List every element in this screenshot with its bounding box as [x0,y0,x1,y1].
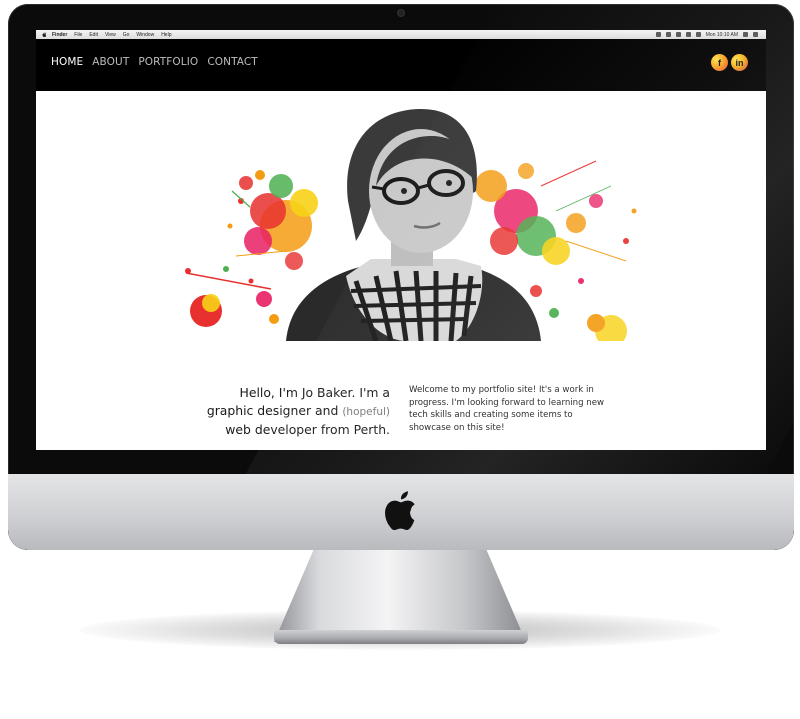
nav-link-about[interactable]: ABOUT [92,56,129,68]
menubar-item-window[interactable]: Window [136,32,154,38]
monitor-stand [274,548,526,642]
facebook-icon[interactable]: f [711,54,728,71]
menubar-clock[interactable]: Mon 10:10 AM [706,32,738,38]
nav-link-portfolio[interactable]: PORTFOLIO [138,56,198,68]
welcome-paragraph: Welcome to my portfolio site! It's a wor… [409,385,605,433]
nav-link-home[interactable]: HOME [51,56,83,68]
menubar-item-go[interactable]: Go [123,32,130,38]
apple-menu-icon[interactable] [42,32,47,37]
volume-icon[interactable] [685,32,691,37]
menubar-item-finder[interactable]: Finder [52,32,67,38]
apple-logo-icon [385,491,415,530]
menubar-item-file[interactable]: File [74,32,82,38]
intro-line-1: Hello, I'm Jo Baker. I'm a [239,385,390,400]
wifi-icon[interactable] [675,32,681,37]
imac-mockup: Finder File Edit View Go Window Help Mon… [0,0,800,719]
battery-icon[interactable] [695,32,701,37]
intro-line-2: graphic designer and (hopeful) [156,402,390,421]
paint-splatter-left [185,170,318,327]
intro-line-3: web developer from Perth. [225,422,390,437]
site-nav: HOME ABOUT PORTFOLIO CONTACT f in [36,39,766,91]
monitor-stand-base [274,630,528,644]
webcam [398,10,404,16]
social-links: f in [711,54,748,71]
linkedin-icon[interactable]: in [731,54,748,71]
intro-line-2-start: graphic designer and [206,403,339,418]
menubar-item-view[interactable]: View [105,32,116,38]
bluetooth-icon[interactable] [665,32,671,37]
nav-links: HOME ABOUT PORTFOLIO CONTACT [51,56,258,68]
intro-text: Hello, I'm Jo Baker. I'm a graphic desig… [156,384,390,439]
mac-menubar: Finder File Edit View Go Window Help Mon… [36,30,766,39]
time-machine-icon[interactable] [655,32,661,37]
monitor-body: Finder File Edit View Go Window Help Mon… [8,4,794,550]
nav-link-contact[interactable]: CONTACT [207,56,258,68]
notification-center-icon[interactable] [753,32,758,37]
screen: Finder File Edit View Go Window Help Mon… [36,30,766,450]
menubar-status-area: Mon 10:10 AM [655,32,758,38]
spotlight-icon[interactable] [743,32,748,37]
hero-image [185,109,637,341]
menubar-item-help[interactable]: Help [161,32,171,38]
menubar-item-edit[interactable]: Edit [89,32,98,38]
intro-hopeful: (hopeful) [342,406,390,418]
